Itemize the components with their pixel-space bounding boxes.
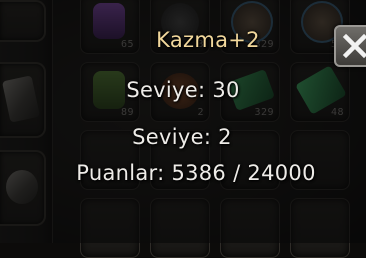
item-points: Puanlar: 5386 / 24000: [76, 161, 316, 185]
item-level: Seviye: 2: [132, 125, 232, 149]
close-button[interactable]: [334, 25, 366, 67]
item-required-level: Seviye: 30: [126, 78, 240, 102]
close-x-icon: [342, 33, 366, 59]
item-title: Kazma+2: [156, 28, 260, 52]
item-tooltip: Kazma+2 Seviye: 30 Seviye: 2 Puanlar: 53…: [0, 0, 366, 243]
